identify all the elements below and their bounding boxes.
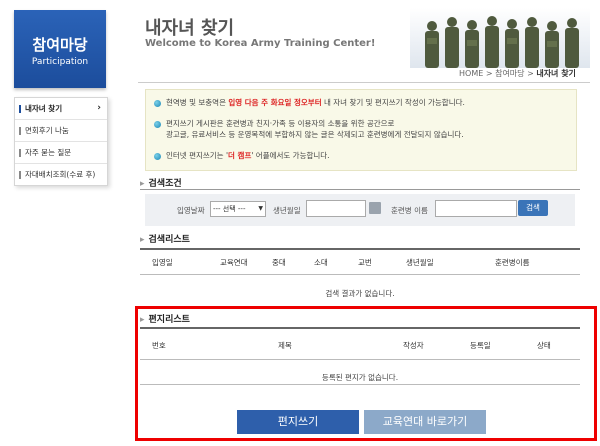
sidebar-menu: 내자녀 찾기 › 면회후기 나눔 자주 묻는 질문 자대배치조회(수료 후): [14, 97, 108, 186]
goto-regiment-button[interactable]: 교육연대 바로가기: [364, 410, 486, 434]
sidebar-title: 참여마당: [32, 36, 88, 54]
notice-text: 인터넷 편지쓰기는 ': [166, 151, 229, 160]
sidebar-item-label: 면회후기 나눔: [25, 126, 69, 135]
table-header-row: 입영일 교육연대 중대 소대 교번 생년월일 훈련병이름: [140, 250, 580, 275]
notice-line-1: 현역병 및 보충역은 입영 다음 주 화요일 정오부터 내 자녀 찾기 및 편지…: [154, 97, 465, 108]
birth-date-input[interactable]: [306, 200, 366, 217]
sidebar-item-unit-assignment[interactable]: 자대배치조회(수료 후): [15, 164, 107, 185]
column-header: 제목: [278, 341, 292, 350]
enlist-date-label: 입영날짜: [177, 206, 205, 215]
column-header: 입영일: [152, 258, 173, 267]
section-divider: [140, 189, 580, 190]
soldiers-banner-image: [410, 8, 590, 68]
chevron-right-icon: ›: [97, 103, 101, 113]
notice-highlight: 더 캠프: [228, 151, 252, 160]
bullet-icon: [154, 120, 161, 128]
enlist-date-value: --- 선택 ---: [213, 205, 246, 213]
notice-line-2: 편지쓰기 게시판은 훈련병과 친지·가족 등 이용자의 소통을 위한 공간으로: [154, 118, 394, 129]
sidebar-subtitle: Participation: [31, 57, 89, 67]
notice-text: 편지쓰기 게시판은 훈련병과 친지·가족 등 이용자의 소통을 위한 공간으로: [166, 119, 395, 128]
bullet-icon: [19, 127, 21, 135]
table-bottom-border: [140, 384, 580, 385]
notice-text: 광고글, 유료서비스 등 운영목적에 부합하지 않는 글은 삭제되고 훈련병에게…: [166, 130, 464, 139]
column-header: 훈련병이름: [495, 258, 530, 267]
notice-box: 현역병 및 보충역은 입영 다음 주 화요일 정오부터 내 자녀 찾기 및 편지…: [145, 89, 577, 171]
column-header: 교번: [358, 258, 372, 267]
empty-result-message: 검색 결과가 없습니다.: [325, 289, 395, 298]
column-header: 중대: [272, 258, 286, 267]
sidebar-header: 참여마당 Participation: [14, 10, 106, 88]
breadcrumb: HOME > 참여마당 > 내자녀 찾기: [459, 68, 576, 79]
page-title: 내자녀 찾기: [145, 18, 235, 39]
column-header: 생년월일: [406, 258, 434, 267]
table-header-row: 번호 제목 작성자 등록일 상태: [140, 329, 580, 360]
sidebar-item-visit-review[interactable]: 면회후기 나눔: [15, 120, 107, 142]
search-section-title: 검색조건: [140, 176, 182, 189]
notice-text: 내 자녀 찾기 및 편지쓰기 작성이 가능합니다.: [321, 98, 465, 107]
breadcrumb-current: 내자녀 찾기: [536, 69, 576, 78]
bullet-icon: [19, 149, 21, 157]
enlist-date-select[interactable]: --- 선택 --- ▼: [210, 201, 266, 217]
column-header: 교육연대: [220, 258, 248, 267]
calendar-icon[interactable]: [369, 202, 381, 214]
breadcrumb-home[interactable]: HOME: [459, 69, 483, 78]
notice-line-2b: 광고글, 유료서비스 등 운영목적에 부합하지 않는 글은 삭제되고 훈련병에게…: [166, 129, 464, 140]
header-divider: [138, 82, 590, 83]
search-button[interactable]: 검색: [518, 200, 548, 216]
notice-highlight: 입영 다음 주 화요일 정오부터: [228, 98, 322, 107]
column-header: 등록일: [470, 341, 491, 350]
chevron-down-icon: ▼: [258, 205, 263, 212]
letter-list-section-title: 편지리스트: [140, 312, 190, 325]
page-subtitle: Welcome to Korea Army Training Center!: [145, 38, 376, 49]
bullet-icon: [154, 152, 161, 160]
breadcrumb-parent[interactable]: 참여마당: [495, 69, 524, 78]
trainee-name-label: 훈련병 이름: [391, 206, 428, 215]
write-letter-button[interactable]: 편지쓰기: [237, 410, 359, 434]
bullet-icon: [19, 171, 21, 179]
bullet-icon: [154, 99, 161, 107]
breadcrumb-separator: >: [483, 69, 496, 78]
letter-list-table: 번호 제목 작성자 등록일 상태 등록된 편지가 없습니다.: [140, 327, 580, 389]
empty-letter-message: 등록된 편지가 없습니다.: [321, 373, 399, 382]
column-header: 소대: [314, 258, 328, 267]
sidebar-item-label: 자대배치조회(수료 후): [25, 170, 96, 179]
active-indicator: [19, 105, 21, 113]
search-result-table: 입영일 교육연대 중대 소대 교번 생년월일 훈련병이름 검색 결과가 없습니다…: [140, 248, 580, 310]
column-header: 번호: [152, 341, 166, 350]
notice-line-3: 인터넷 편지쓰기는 '더 캠프' 어플에서도 가능합니다.: [154, 150, 330, 161]
trainee-name-input[interactable]: [435, 200, 517, 217]
sidebar-item-find-child[interactable]: 내자녀 찾기 ›: [15, 98, 107, 120]
notice-text: ' 어플에서도 가능합니다.: [251, 151, 330, 160]
birth-date-label: 생년월일: [273, 206, 301, 215]
notice-text: 현역병 및 보충역은: [166, 98, 229, 107]
breadcrumb-separator: >: [524, 69, 537, 78]
search-form: 입영날짜 --- 선택 --- ▼ 생년월일 훈련병 이름 검색: [145, 194, 575, 226]
column-header: 작성자: [403, 341, 424, 350]
column-header: 상태: [537, 341, 551, 350]
sidebar-item-faq[interactable]: 자주 묻는 질문: [15, 142, 107, 164]
sidebar-item-label: 자주 묻는 질문: [25, 148, 72, 157]
search-list-section-title: 검색리스트: [140, 232, 190, 245]
sidebar-item-label: 내자녀 찾기: [25, 104, 63, 113]
